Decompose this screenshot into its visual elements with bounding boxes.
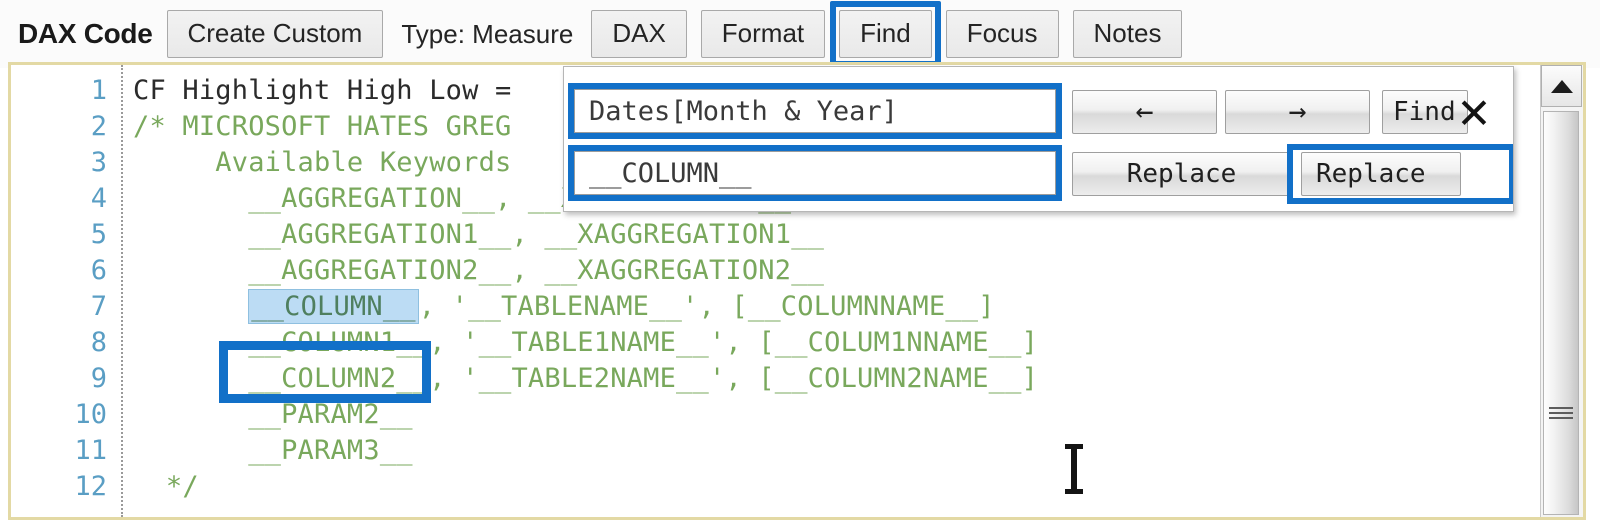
create-custom-button[interactable]: Create Custom [166, 10, 384, 58]
line-number: 7 [90, 291, 107, 322]
triangle-up-icon [1550, 79, 1573, 93]
code-line[interactable]: /* MICROSOFT HATES GREG [133, 109, 511, 145]
find-button-highlight: Find [830, 1, 941, 67]
line-number: 12 [74, 471, 107, 502]
arrow-left-icon: ← [1135, 94, 1154, 129]
find-input[interactable]: Dates[Month & Year] [574, 89, 1056, 133]
line-number: 5 [90, 219, 107, 250]
selected-token[interactable]: __COLUMN__ [248, 289, 419, 324]
gutter-divider [121, 65, 123, 517]
line-number: 9 [90, 363, 107, 394]
dax-button[interactable]: DAX [591, 10, 687, 58]
arrow-right-icon: → [1288, 94, 1307, 129]
scroll-up-button[interactable] [1541, 65, 1582, 107]
replace-all-button[interactable]: Replace [1301, 152, 1461, 196]
code-line[interactable]: __PARAM3__ [133, 433, 413, 469]
line-number: 2 [90, 111, 107, 142]
code-line[interactable]: Available Keywords [133, 145, 511, 181]
code-line[interactable]: CF Highlight High Low = [133, 73, 511, 109]
toolbar: DAX Code Create Custom Type: Measure DAX… [0, 0, 1600, 68]
code-line[interactable]: __AGGREGATION2__, __XAGGREGATION2__ [133, 253, 824, 289]
line-number: 6 [90, 255, 107, 286]
code-line[interactable]: __AGGREGATION1__, __XAGGREGATION1__ [133, 217, 824, 253]
find-previous-button[interactable]: ← [1072, 90, 1217, 134]
panel-title: DAX Code [18, 18, 153, 49]
vertical-scrollbar[interactable] [1540, 65, 1583, 517]
format-button[interactable]: Format [700, 10, 826, 58]
replace-button[interactable]: Replace [1072, 152, 1291, 196]
code-text: , '__TABLENAME__', [__COLUMNNAME__] [418, 291, 995, 322]
line-number: 3 [90, 147, 107, 178]
text-cursor-icon [1065, 444, 1083, 494]
line-number: 8 [90, 327, 107, 358]
line-number: 4 [90, 183, 107, 214]
line-number: 1 [90, 75, 107, 106]
replace-input[interactable]: __COLUMN__ [574, 151, 1056, 195]
replace-input-highlight: __COLUMN__ [568, 145, 1062, 201]
grip-lines-icon [1549, 404, 1573, 420]
line-number: 10 [74, 399, 107, 430]
find-input-highlight: Dates[Month & Year] [568, 83, 1062, 139]
scrollbar-thumb[interactable] [1543, 111, 1579, 515]
code-line[interactable]: __COLUMN__, '__TABLENAME__', [__COLUMNNA… [133, 289, 995, 325]
type-label: Type: Measure [401, 18, 574, 49]
selected-token-highlight [219, 341, 431, 403]
notes-button[interactable]: Notes [1072, 10, 1183, 58]
find-next-button[interactable]: → [1225, 90, 1370, 134]
find-button[interactable]: Find [839, 10, 932, 58]
find-replace-panel[interactable]: Dates[Month & Year] __COLUMN__ ← → Find … [563, 66, 1514, 212]
focus-button[interactable]: Focus [945, 10, 1059, 58]
close-icon[interactable]: ✕ [1453, 93, 1495, 135]
code-line[interactable]: */ [133, 469, 199, 505]
line-number: 11 [74, 435, 107, 466]
